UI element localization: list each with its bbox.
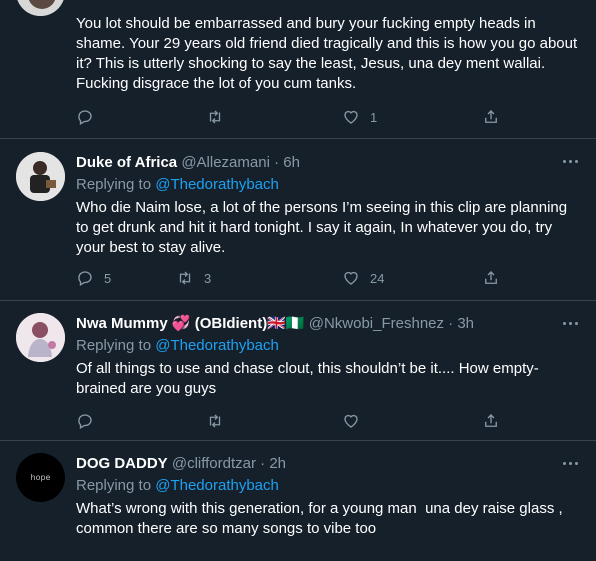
avatar-photo-icon xyxy=(16,152,65,201)
retweet-icon xyxy=(179,271,191,285)
separator-dot: · xyxy=(260,455,266,472)
tweet-actions: 1 xyxy=(76,108,506,128)
tweet[interactable]: Duke of Africa @Allezamani · 6h Replying… xyxy=(0,139,596,301)
retweet-button[interactable] xyxy=(206,412,234,430)
timestamp[interactable]: 6h xyxy=(283,154,300,171)
reply-button[interactable]: 5 xyxy=(76,269,111,287)
replying-to: Replying to @Thedorathybach xyxy=(76,476,582,496)
replying-to: Replying to @Thedorathybach xyxy=(76,336,582,356)
heart-icon xyxy=(344,110,358,124)
share-icon xyxy=(485,110,497,123)
tweet-text: Who die Naim lose, a lot of the persons … xyxy=(76,199,572,256)
like-button[interactable] xyxy=(342,412,370,430)
timestamp[interactable]: 2h xyxy=(269,455,286,472)
like-button[interactable]: 1 xyxy=(342,108,377,126)
replying-to-link[interactable]: @Thedorathybach xyxy=(155,176,279,193)
reply-count: 5 xyxy=(104,270,112,286)
replying-to-link[interactable]: @Thedorathybach xyxy=(155,477,279,494)
like-button[interactable]: 24 xyxy=(342,269,384,287)
avatar[interactable] xyxy=(16,152,65,201)
share-icon xyxy=(485,414,497,427)
tweet[interactable]: You lot should be embarrassed and bury y… xyxy=(0,0,596,139)
user-handle[interactable]: @Allezamani xyxy=(181,154,270,171)
reply-button[interactable] xyxy=(76,108,104,126)
reply-icon xyxy=(78,271,92,286)
user-handle[interactable]: @Nkwobi_Freshnez xyxy=(309,315,444,332)
replying-to: Replying to @Thedorathybach xyxy=(76,175,582,195)
replying-label: Replying to xyxy=(76,337,152,354)
avatar-partial-icon xyxy=(16,0,65,16)
tweet[interactable]: Nwa Mummy 💞 (OBIdient)🇬🇧🇳🇬 @Nkwobi_Fresh… xyxy=(0,301,596,441)
share-button[interactable] xyxy=(482,269,500,287)
display-name[interactable]: DOG DADDY xyxy=(76,455,168,472)
tweet-text: You lot should be embarrassed and bury y… xyxy=(76,15,582,92)
retweet-button[interactable]: 3 xyxy=(176,269,211,287)
avatar[interactable] xyxy=(16,0,65,16)
separator-dot: · xyxy=(274,154,280,171)
retweet-icon xyxy=(209,110,221,124)
tweet-header: Duke of Africa @Allezamani · 6h xyxy=(76,153,582,173)
user-handle[interactable]: @cliffordtzar xyxy=(172,455,256,472)
reply-button[interactable] xyxy=(76,412,104,430)
retweet-button[interactable] xyxy=(206,108,234,126)
share-button[interactable] xyxy=(482,412,500,430)
tweet-header: Nwa Mummy 💞 (OBIdient)🇬🇧🇳🇬 @Nkwobi_Fresh… xyxy=(76,314,582,334)
heart-icon xyxy=(344,414,358,428)
heart-icon xyxy=(344,271,358,285)
timestamp[interactable]: 3h xyxy=(457,315,474,332)
avatar-logo: hope xyxy=(16,453,65,502)
share-icon xyxy=(485,271,497,284)
reply-icon xyxy=(78,414,92,429)
tweet-actions xyxy=(76,412,506,432)
like-count: 1 xyxy=(370,109,378,125)
replying-label: Replying to xyxy=(76,477,152,494)
separator-dot: · xyxy=(448,315,454,332)
share-button[interactable] xyxy=(482,108,500,126)
replying-to-link[interactable]: @Thedorathybach xyxy=(155,337,279,354)
avatar[interactable]: hope xyxy=(16,453,65,502)
tweet-text: Of all things to use and chase clout, th… xyxy=(76,360,539,397)
avatar[interactable] xyxy=(16,313,65,362)
display-name[interactable]: Nwa Mummy 💞 (OBIdient)🇬🇧🇳🇬 xyxy=(76,315,305,332)
replying-label: Replying to xyxy=(76,176,152,193)
tweet[interactable]: hope DOG DADDY @cliffordtzar · 2h Replyi… xyxy=(0,441,596,561)
tweet-header: DOG DADDY @cliffordtzar · 2h xyxy=(76,454,582,474)
avatar-illustration-icon xyxy=(16,313,65,362)
display-name[interactable]: Duke of Africa xyxy=(76,154,177,171)
like-count: 24 xyxy=(370,270,385,286)
retweet-count: 3 xyxy=(204,270,212,286)
tweet-text: What’s wrong with this generation, for a… xyxy=(76,500,567,537)
avatar-logo-text: hope xyxy=(30,473,51,482)
retweet-icon xyxy=(209,414,221,428)
reply-icon xyxy=(78,110,92,125)
tweet-actions: 5 3 24 xyxy=(76,269,506,289)
